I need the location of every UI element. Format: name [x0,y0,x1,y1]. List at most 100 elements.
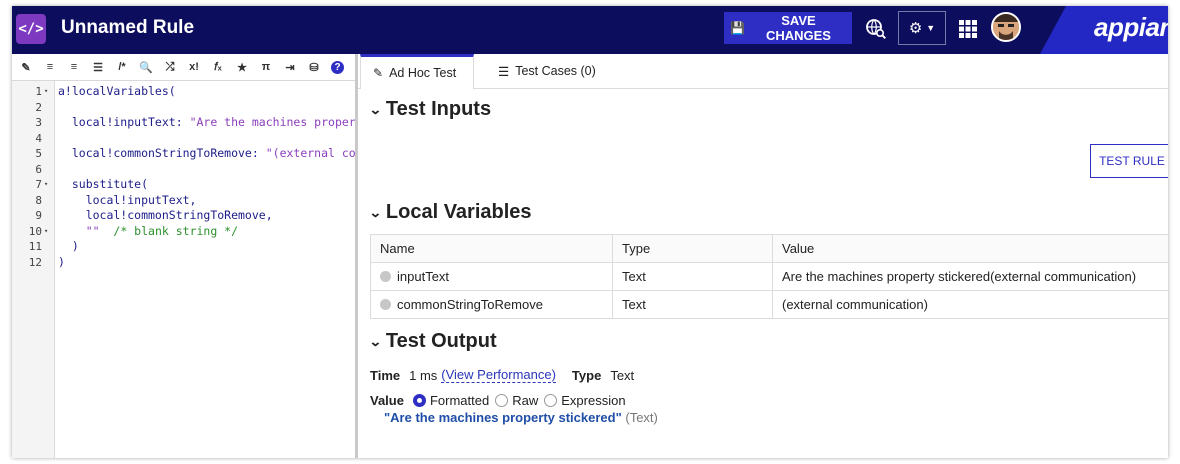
code-line: 3 local!inputText: "Are the machines pro… [12,115,355,131]
rule-title[interactable]: Unnamed Rule [61,17,194,39]
code-line: 7 ▾ substitute( [12,177,355,193]
column-header-type: Type [612,234,773,263]
line-number: 4 [35,131,42,145]
expression-radio[interactable] [544,394,558,407]
section-title: Test Output [385,330,497,352]
test-rule-button[interactable]: TEST RULE [1090,144,1168,178]
save-changes-button[interactable]: 💾 SAVE CHANGES [724,12,852,44]
shuffle-icon[interactable]: ⤮ [158,55,182,79]
variable-value-cell[interactable]: (external communication) [772,290,1168,319]
code-line: 2 [12,100,355,116]
code-text: "" /* blank string */ [58,224,355,240]
raw-label[interactable]: Raw [512,393,538,408]
status-dot-icon [380,299,391,310]
status-dot-icon [380,271,391,282]
variable-type-cell: Text [612,290,773,319]
code-token: local!inputText: [58,115,190,129]
line-number: 1 [35,85,42,98]
code-token: local!commonStringToRemove: [58,146,266,160]
search-icon[interactable]: 🔍 [134,55,158,79]
code-text: ) [58,255,355,271]
panel-tabs: ✎ Ad Hoc Test ☰ Test Cases (0) [358,54,1168,89]
line-number: 6 [35,162,42,176]
local-variables-heading[interactable]: ⌄ Local Variables [369,201,532,224]
code-line: 6 [12,162,355,178]
variable-name: inputText [397,269,450,284]
chevron-down-icon: ⌄ [368,101,382,117]
code-comment: /* blank string */ [99,223,239,238]
line-number: 10 [28,224,42,238]
dependency-search-icon[interactable] [862,14,890,44]
user-avatar[interactable] [991,12,1021,42]
code-text: a!localVariables( [58,84,355,100]
variable-name-cell: commonStringToRemove [370,290,613,319]
code-text: local!inputText, [58,193,355,209]
floppy-disk-icon: 💾 [730,21,745,35]
result-string: "Are the machines property stickered" [384,410,622,425]
test-output-heading[interactable]: ⌄ Test Output [369,330,497,353]
value-label: Value [370,393,404,408]
editor-toolbar: ✎ ≡ ≡ ☰/* 🔍 ⤮ x! 𝑓ₓ ★ π ⇥ ⛁? [12,54,355,81]
table-header-row: Name Type Value [370,234,1168,263]
code-text: ) [58,239,355,255]
code-line: 9 local!commonStringToRemove, [12,208,355,224]
function-icon[interactable]: 𝑓ₓ [206,55,230,79]
code-line: 5 local!commonStringToRemove: "(external… [12,146,355,162]
line-number: 9 [35,209,42,222]
code-line: 11 ) [12,239,355,255]
view-performance-link[interactable]: (View Performance) [441,367,556,383]
code-token: substitute( [58,177,149,191]
fold-toggle-icon[interactable]: ▾ [44,84,48,100]
magic-format-icon[interactable]: ✎ [14,55,38,79]
line-number: 5 [35,147,42,160]
outdent-icon[interactable]: ≡ [38,55,62,79]
pi-icon[interactable]: π [254,55,278,79]
expression-editor[interactable]: ✎ ≡ ≡ ☰/* 🔍 ⤮ x! 𝑓ₓ ★ π ⇥ ⛁? 1 ▾ a!localVariables(2 3 … [12,54,358,458]
appian-logo: appian [1094,12,1168,42]
code-token: local!inputText, [58,192,197,207]
expression-label[interactable]: Expression [561,393,625,408]
code-area[interactable]: 1 ▾ a!localVariables(2 3 local!inputText: "… [12,84,355,270]
variable-name-cell: inputText [370,262,613,291]
code-text: substitute( [58,177,355,193]
star-icon[interactable]: ★ [230,55,254,79]
local-variables-table: Name Type Value inputText Text Are the m… [370,234,1168,319]
column-header-value: Value [772,234,1168,263]
formatted-radio[interactable] [412,394,426,407]
time-value: 1 ms [409,367,438,383]
database-icon[interactable]: ⛁ [302,55,326,79]
exclamation-icon[interactable]: x! [182,55,206,79]
variable-name: commonStringToRemove [397,297,543,312]
line-number: 11 [28,240,42,253]
raw-radio[interactable] [495,394,509,407]
tab-ad-hoc-test[interactable]: ✎ Ad Hoc Test [360,54,474,89]
formatted-label[interactable]: Formatted [430,393,489,408]
line-number: 2 [35,100,42,114]
line-number: 7 [35,178,42,191]
section-title: Test Inputs [385,98,492,120]
line-number: 3 [35,116,42,129]
app-grid-icon[interactable] [954,14,982,44]
gear-icon: ⚙ [908,20,923,37]
type-label: Type [571,367,602,383]
caret-down-icon: ▼ [926,23,936,33]
fold-toggle-icon[interactable]: ▾ [44,177,48,193]
line-number: 8 [35,193,42,207]
list-icon[interactable]: ☰ [86,55,110,79]
tab-test-cases[interactable]: ☰ Test Cases (0) [486,54,608,88]
test-inputs-heading[interactable]: ⌄ Test Inputs [368,98,492,121]
expression-rule-icon: </> [16,14,46,44]
export-icon[interactable]: ⇥ [278,55,302,79]
code-line: 10 ▾ "" /* blank string */ [12,224,355,240]
help-icon[interactable]: ? [331,60,344,74]
code-line: 8 local!inputText, [12,193,355,209]
variable-type-cell: Text [612,262,773,291]
settings-menu-button[interactable]: ⚙ ▼ [898,11,946,45]
variable-value-cell[interactable]: Are the machines property stickered(exte… [772,262,1168,291]
fold-toggle-icon[interactable]: ▾ [44,224,48,240]
tab-label: Ad Hoc Test [389,66,457,80]
comment-icon[interactable]: /* [110,55,134,79]
indent-icon[interactable]: ≡ [62,55,86,79]
app-frame: </> Unnamed Rule 💾 SAVE CHANGES ⚙ ▼ appi… [12,6,1168,458]
